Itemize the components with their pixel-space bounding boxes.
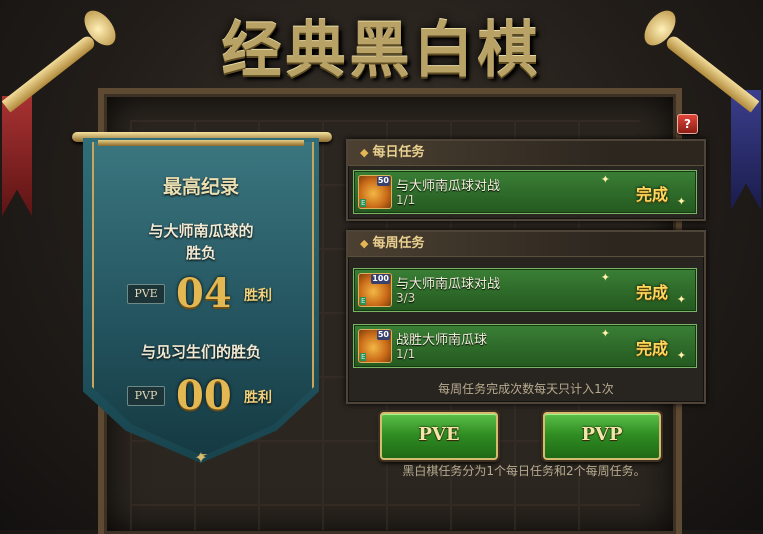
weekly-task-panel: ◆ 每周任务 100 E 与大师南瓜球对战 3/3 ✦ 完成 ✦ 50 E 战胜大… bbox=[346, 230, 706, 404]
weekly-task-header: ◆ 每周任务 bbox=[348, 232, 704, 257]
pve-subtitle-line2: 胜负 bbox=[185, 244, 216, 262]
weekly-task-header-label: 每周任务 bbox=[372, 236, 425, 251]
sparkle-icon: ✦ bbox=[600, 173, 610, 186]
pvp-win-count: 00 bbox=[176, 372, 232, 419]
daily-task-panel: ◆ 每日任务 50 E 与大师南瓜球对战 1/1 ✦ 完成 ✦ bbox=[346, 139, 706, 221]
pvp-win-label: 胜利 bbox=[244, 390, 272, 406]
pumpkin-coin-icon: 50 E bbox=[358, 175, 392, 209]
record-title: 最高纪录 bbox=[162, 176, 239, 198]
pve-win-count: 04 bbox=[176, 270, 232, 317]
pvp-mode-tag: PVP bbox=[127, 386, 165, 406]
daily-task-header-label: 每日任务 bbox=[372, 145, 425, 160]
footer-note: 黑白棋任务分为1个每日任务和2个每周任务。 bbox=[402, 464, 646, 478]
game-title: 经典黑白棋 bbox=[221, 16, 542, 86]
task-complete-status: 完成 bbox=[635, 339, 668, 358]
pumpkin-coin-icon: 50 E bbox=[358, 329, 392, 363]
pve-button[interactable]: PVE bbox=[380, 412, 498, 460]
sparkle-icon: ✦ bbox=[676, 349, 686, 362]
sparkle-icon: ✦ bbox=[600, 271, 610, 284]
task-progress: 3/3 bbox=[396, 291, 416, 305]
reward-value: 50 bbox=[376, 330, 390, 340]
task-complete-status: 完成 bbox=[635, 283, 668, 302]
banner-top-trim bbox=[98, 140, 304, 146]
pumpkin-coin-icon: 100 E bbox=[358, 273, 392, 307]
task-complete-status: 完成 bbox=[635, 185, 668, 204]
diamond-bullet-icon: ◆ bbox=[360, 146, 369, 159]
pve-subtitle-line1: 与大师南瓜球的 bbox=[148, 222, 254, 240]
sparkle-icon: ✦ bbox=[676, 293, 686, 306]
pve-win-label: 胜利 bbox=[244, 288, 272, 304]
left-trumpet-decoration bbox=[1, 33, 97, 113]
reward-type-badge: E bbox=[360, 353, 367, 361]
help-icon[interactable]: ? bbox=[677, 114, 698, 134]
pve-record-subtitle: 与大师南瓜球的 胜负 bbox=[92, 220, 310, 264]
diamond-bullet-icon: ◆ bbox=[360, 237, 369, 250]
reward-type-badge: E bbox=[360, 297, 367, 305]
pvp-record-subtitle: 与见习生们的胜负 bbox=[140, 343, 261, 361]
reward-type-badge: E bbox=[360, 199, 367, 207]
task-name: 与大师南瓜球对战 bbox=[396, 277, 501, 292]
task-progress: 1/1 bbox=[396, 193, 416, 207]
reward-value: 50 bbox=[376, 176, 390, 186]
pvp-button[interactable]: PVP bbox=[543, 412, 661, 460]
task-name: 战胜大师南瓜球 bbox=[396, 333, 488, 348]
task-name: 与大师南瓜球对战 bbox=[396, 179, 501, 194]
task-row[interactable]: 50 E 与大师南瓜球对战 1/1 ✦ 完成 ✦ bbox=[353, 170, 697, 214]
banner-ornament-icon: ✦ bbox=[194, 448, 208, 467]
task-progress: 1/1 bbox=[396, 347, 416, 361]
pve-mode-tag: PVE bbox=[127, 284, 165, 304]
sparkle-icon: ✦ bbox=[676, 195, 686, 208]
weekly-task-note: 每周任务完成次数每天只计入1次 bbox=[438, 382, 614, 396]
task-row[interactable]: 50 E 战胜大师南瓜球 1/1 ✦ 完成 ✦ bbox=[353, 324, 697, 368]
task-row[interactable]: 100 E 与大师南瓜球对战 3/3 ✦ 完成 ✦ bbox=[353, 268, 697, 312]
red-pennant bbox=[2, 96, 32, 216]
sparkle-icon: ✦ bbox=[600, 327, 610, 340]
reward-value: 100 bbox=[371, 274, 390, 284]
daily-task-header: ◆ 每日任务 bbox=[348, 141, 704, 166]
